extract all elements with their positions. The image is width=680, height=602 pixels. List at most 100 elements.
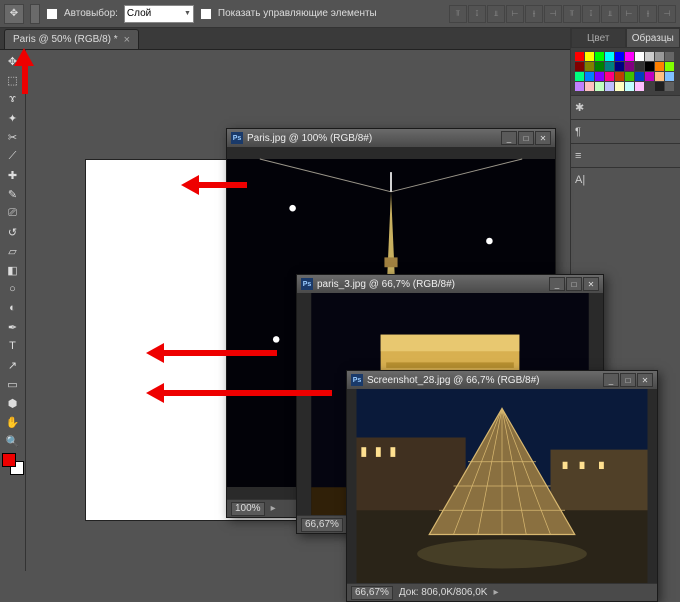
close-button[interactable]: ✕ xyxy=(583,277,599,291)
distribute-top-icon[interactable]: ⫪ xyxy=(563,5,581,23)
swatch[interactable] xyxy=(625,62,634,71)
mini-panel-4[interactable]: A| xyxy=(571,167,680,191)
mini-panel-3[interactable]: ≡ xyxy=(571,143,680,167)
zoom-field[interactable]: 66,67% xyxy=(301,518,343,532)
swatch[interactable] xyxy=(585,62,594,71)
document-window[interactable]: PsScreenshot_28.jpg @ 66,7% (RGB/8#)_□✕ 6… xyxy=(346,370,658,602)
swatch[interactable] xyxy=(645,52,654,61)
image-content[interactable] xyxy=(347,389,657,583)
swatch[interactable] xyxy=(595,72,604,81)
swatch[interactable] xyxy=(665,62,674,71)
tool-move[interactable]: ✥ xyxy=(2,52,24,70)
close-tab-icon[interactable]: × xyxy=(124,34,130,46)
mini-panel-2[interactable]: ¶ xyxy=(571,119,680,143)
foreground-background-colors[interactable] xyxy=(2,453,24,475)
window-titlebar[interactable]: PsParis.jpg @ 100% (RGB/8#)_□✕ xyxy=(227,129,555,147)
swatch[interactable] xyxy=(655,72,664,81)
tool-history[interactable]: ↺ xyxy=(2,223,24,241)
tool-blur[interactable]: ○ xyxy=(2,280,24,298)
tool-3d[interactable]: ⬢ xyxy=(2,394,24,412)
swatch[interactable] xyxy=(655,62,664,71)
minimize-button[interactable]: _ xyxy=(501,131,517,145)
swatch[interactable] xyxy=(605,52,614,61)
align-bottom-icon[interactable]: ⫫ xyxy=(487,5,505,23)
minimize-button[interactable]: _ xyxy=(603,373,619,387)
tool-path[interactable]: ↗ xyxy=(2,356,24,374)
distribute-hcenter-icon[interactable]: ⫲ xyxy=(639,5,657,23)
window-titlebar[interactable]: PsScreenshot_28.jpg @ 66,7% (RGB/8#)_□✕ xyxy=(347,371,657,389)
swatches-tab[interactable]: Образцы xyxy=(626,28,680,48)
swatch[interactable] xyxy=(595,62,604,71)
align-right-icon[interactable]: ⊣ xyxy=(544,5,562,23)
tool-stamp[interactable]: ⎚ xyxy=(2,204,24,222)
tool-healing[interactable]: ✚ xyxy=(2,166,24,184)
tool-gradient[interactable]: ◧ xyxy=(2,261,24,279)
align-left-icon[interactable]: ⊢ xyxy=(506,5,524,23)
swatch[interactable] xyxy=(665,72,674,81)
zoom-field[interactable]: 66,67% xyxy=(351,586,393,600)
swatch[interactable] xyxy=(595,82,604,91)
swatch[interactable] xyxy=(605,82,614,91)
tool-pen[interactable]: ✒ xyxy=(2,318,24,336)
statusbar-menu-icon[interactable]: ▸ xyxy=(271,503,276,514)
distribute-left-icon[interactable]: ⊢ xyxy=(620,5,638,23)
align-vcenter-icon[interactable]: ⫱ xyxy=(468,5,486,23)
swatch[interactable] xyxy=(625,52,634,61)
align-hcenter-icon[interactable]: ⫲ xyxy=(525,5,543,23)
align-top-icon[interactable]: ⫪ xyxy=(449,5,467,23)
tool-zoom[interactable]: 🔍 xyxy=(2,432,24,450)
swatch[interactable] xyxy=(635,72,644,81)
swatch[interactable] xyxy=(635,62,644,71)
swatch[interactable] xyxy=(595,52,604,61)
tool-eyedropper[interactable]: ⟋ xyxy=(2,147,24,165)
swatch[interactable] xyxy=(615,72,624,81)
swatch[interactable] xyxy=(655,52,664,61)
distribute-vcenter-icon[interactable]: ⫱ xyxy=(582,5,600,23)
swatch[interactable] xyxy=(575,62,584,71)
auto-select-dropdown[interactable]: Слой xyxy=(124,5,194,23)
auto-select-checkbox[interactable] xyxy=(46,8,58,20)
tool-text[interactable]: T xyxy=(2,337,24,355)
swatch[interactable] xyxy=(585,82,594,91)
document-tab[interactable]: Paris @ 50% (RGB/8) * × xyxy=(4,29,139,49)
tool-hand[interactable]: ✋ xyxy=(2,413,24,431)
swatch[interactable] xyxy=(635,82,644,91)
tool-preset-dropdown[interactable] xyxy=(30,4,40,24)
close-button[interactable]: ✕ xyxy=(637,373,653,387)
show-controls-checkbox[interactable] xyxy=(200,8,212,20)
distribute-bottom-icon[interactable]: ⫫ xyxy=(601,5,619,23)
swatch[interactable] xyxy=(575,82,584,91)
tool-eraser[interactable]: ▱ xyxy=(2,242,24,260)
tool-lasso[interactable]: ɤ xyxy=(2,90,24,108)
swatch[interactable] xyxy=(605,72,614,81)
tool-crop[interactable]: ✂ xyxy=(2,128,24,146)
zoom-field[interactable]: 100% xyxy=(231,502,265,516)
swatch[interactable] xyxy=(615,62,624,71)
minimize-button[interactable]: _ xyxy=(549,277,565,291)
swatch[interactable] xyxy=(665,52,674,61)
swatch[interactable] xyxy=(575,72,584,81)
swatch[interactable] xyxy=(615,82,624,91)
swatch[interactable] xyxy=(585,52,594,61)
tool-wand[interactable]: ✦ xyxy=(2,109,24,127)
tool-shape[interactable]: ▭ xyxy=(2,375,24,393)
swatch[interactable] xyxy=(625,82,634,91)
swatch[interactable] xyxy=(645,72,654,81)
swatch[interactable] xyxy=(615,52,624,61)
close-button[interactable]: ✕ xyxy=(535,131,551,145)
distribute-right-icon[interactable]: ⊣ xyxy=(658,5,676,23)
swatch[interactable] xyxy=(635,52,644,61)
swatch[interactable] xyxy=(585,72,594,81)
tool-dodge[interactable]: ◐ xyxy=(2,299,24,317)
maximize-button[interactable]: □ xyxy=(620,373,636,387)
swatch[interactable] xyxy=(645,82,654,91)
maximize-button[interactable]: □ xyxy=(518,131,534,145)
swatch[interactable] xyxy=(575,52,584,61)
swatch[interactable] xyxy=(605,62,614,71)
maximize-button[interactable]: □ xyxy=(566,277,582,291)
swatch[interactable] xyxy=(645,62,654,71)
swatch[interactable] xyxy=(625,72,634,81)
swatch[interactable] xyxy=(665,82,674,91)
tool-brush[interactable]: ✎ xyxy=(2,185,24,203)
swatch[interactable] xyxy=(655,82,664,91)
